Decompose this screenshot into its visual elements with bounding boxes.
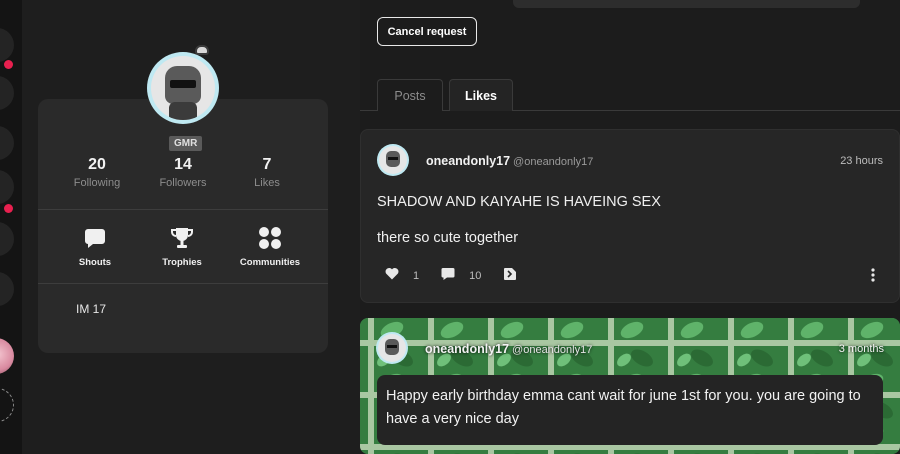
more-options-icon[interactable] — [871, 268, 875, 287]
like-count: 1 — [413, 270, 420, 282]
rail-server-button[interactable] — [0, 272, 14, 306]
grid-dots-icon — [230, 225, 310, 251]
server-rail — [0, 0, 22, 454]
comment-icon[interactable] — [441, 267, 455, 286]
post-author[interactable]: oneandonly17 @oneandonly17 — [426, 154, 593, 168]
post-author-avatar[interactable] — [376, 332, 408, 364]
add-server-button[interactable] — [0, 388, 14, 422]
card-divider — [38, 209, 328, 210]
main-feed: Cancel request Posts Likes oneandonly17 @… — [360, 0, 900, 454]
post-card[interactable]: oneandonly17 @oneandonly17 3 months Happy… — [360, 318, 900, 454]
rail-user-avatar[interactable] — [0, 338, 14, 374]
tab-posts[interactable]: Posts — [377, 79, 443, 111]
post-handle: @oneandonly17 — [512, 344, 593, 356]
post-timestamp: 23 hours — [840, 155, 883, 167]
rail-server-button[interactable] — [0, 28, 14, 62]
profile-bio: IM 17 — [76, 302, 107, 316]
post-username: oneandonly17 — [425, 342, 510, 356]
post-timestamp: 3 months — [838, 343, 884, 355]
stat-following[interactable]: 20 Following — [52, 156, 142, 189]
notification-dot — [4, 60, 13, 69]
trophy-icon — [142, 225, 222, 251]
profile-tabs: Posts Likes — [360, 79, 900, 111]
rail-server-button[interactable] — [0, 76, 14, 110]
rail-server-button[interactable] — [0, 170, 14, 204]
cancel-request-button[interactable]: Cancel request — [377, 17, 477, 46]
chat-bubble-icon — [55, 225, 135, 251]
post-actions: 1 10 — [385, 267, 517, 286]
communities-button[interactable]: Communities — [230, 225, 310, 268]
post-username: oneandonly17 — [426, 154, 511, 168]
post-card[interactable]: oneandonly17 @oneandonly17 23 hours SHADO… — [360, 129, 900, 303]
stat-followers[interactable]: 14 Followers — [138, 156, 228, 189]
rail-server-button[interactable] — [0, 222, 14, 256]
comment-count: 10 — [469, 270, 482, 282]
post-handle: @oneandonly17 — [513, 156, 594, 168]
post-author[interactable]: oneandonly17 @oneandonly17 — [425, 342, 592, 356]
post-body: there so cute together — [377, 230, 519, 246]
shouts-button[interactable]: Shouts — [55, 225, 135, 268]
profile-avatar[interactable] — [147, 52, 219, 124]
post-body: Happy early birthday emma cant wait for … — [377, 375, 883, 445]
post-title: SHADOW AND KAIYAHE IS HAVEING SEX — [377, 194, 661, 210]
rail-server-button[interactable] — [0, 126, 14, 160]
card-divider — [38, 283, 328, 284]
stat-likes[interactable]: 7 Likes — [222, 156, 312, 189]
robot-avatar-image — [151, 56, 215, 120]
avatar-ears-icon — [195, 45, 209, 55]
gmr-badge: GMR — [169, 136, 203, 151]
tab-likes[interactable]: Likes — [449, 79, 513, 111]
heart-icon[interactable] — [385, 267, 399, 285]
notification-dot — [4, 204, 13, 213]
post-author-avatar[interactable] — [377, 144, 409, 176]
top-search-bar[interactable] — [513, 0, 860, 8]
trophies-button[interactable]: Trophies — [142, 225, 222, 268]
share-icon[interactable] — [503, 267, 517, 286]
profile-column: GMR 20 Following 14 Followers 7 Likes Sh… — [22, 0, 360, 454]
